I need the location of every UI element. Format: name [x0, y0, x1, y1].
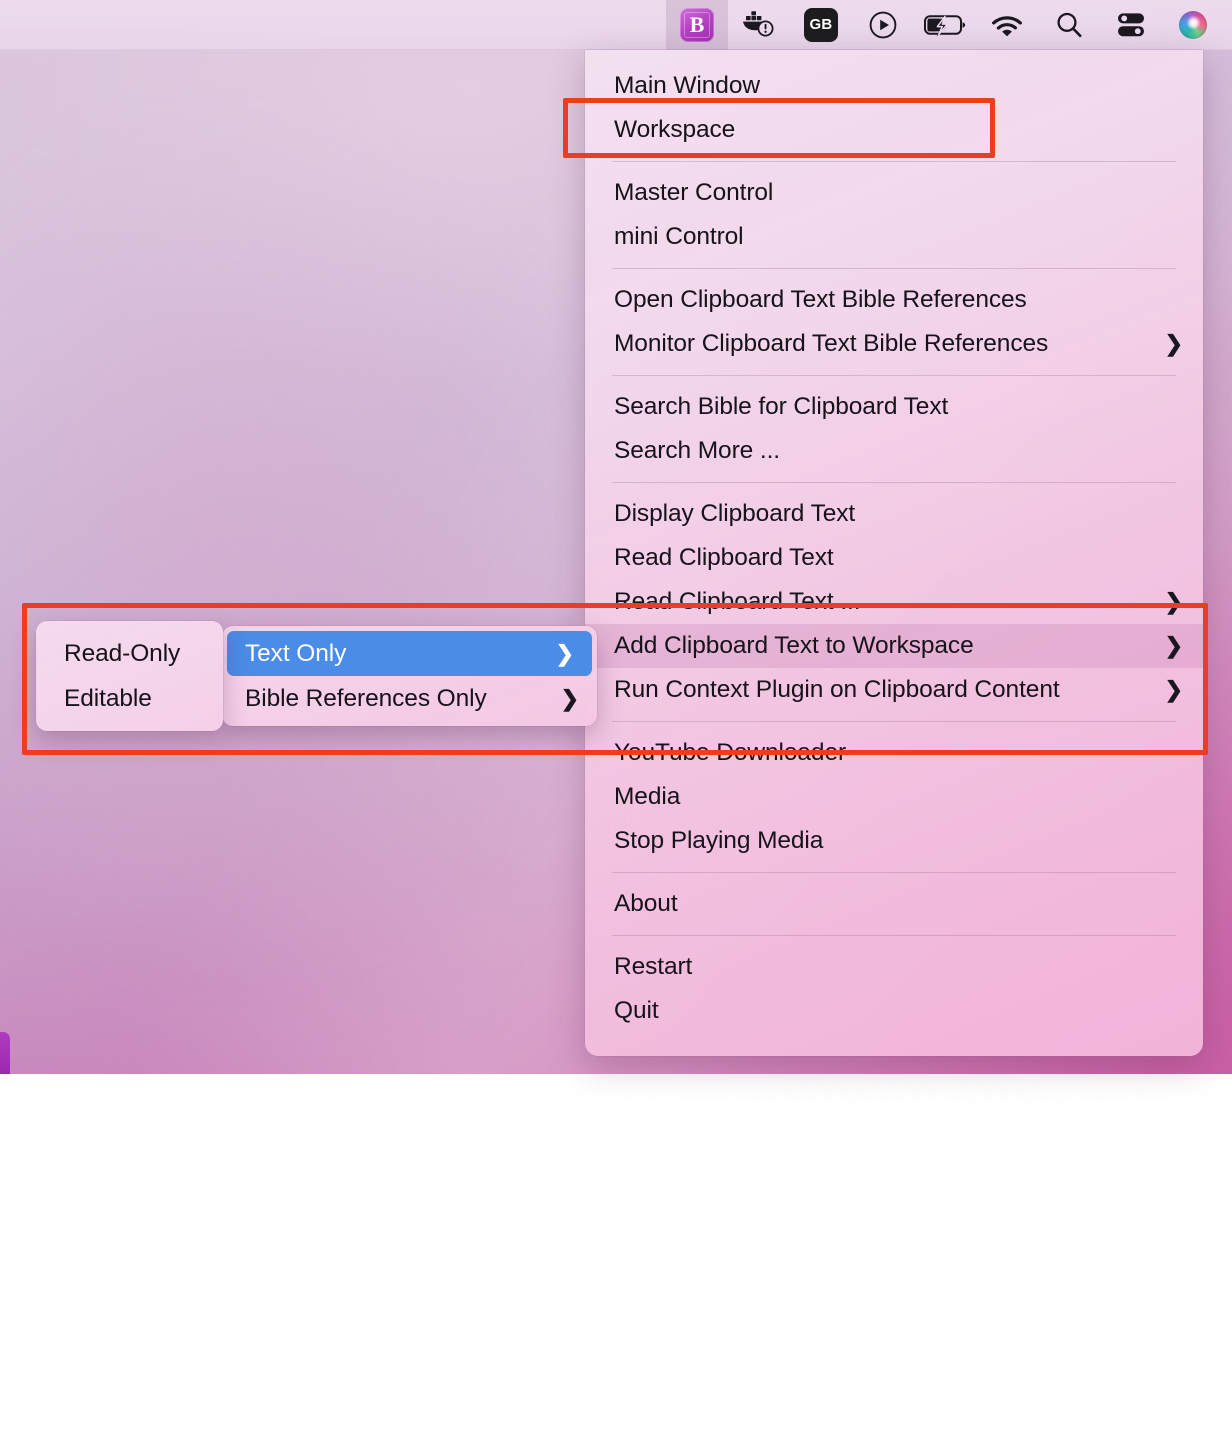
menu-separator	[612, 935, 1176, 936]
menu-item-monitor-clipboard-text-bible-references[interactable]: Monitor Clipboard Text Bible References …	[585, 322, 1203, 366]
control-center-icon[interactable]	[1100, 0, 1162, 50]
chevron-right-icon: ❯	[556, 643, 574, 665]
menu-item-quit[interactable]: Quit	[585, 989, 1203, 1033]
submenu-item-read-only[interactable]: Read-Only	[36, 631, 223, 676]
menu-separator	[612, 482, 1176, 483]
macos-menu-bar: B GB	[0, 0, 1232, 50]
menu-separator	[612, 721, 1176, 722]
chevron-right-icon: ❯	[1165, 591, 1183, 613]
siri-orb	[1179, 11, 1207, 39]
menu-item-stop-playing-media[interactable]: Stop Playing Media	[585, 819, 1203, 863]
wifi-icon[interactable]	[976, 0, 1038, 50]
bible-app-glyph: B	[680, 8, 714, 42]
menu-item-label: Open Clipboard Text Bible References	[614, 286, 1027, 314]
gb-badge: GB	[804, 8, 838, 42]
battery-charging-icon[interactable]	[914, 0, 976, 50]
menu-item-label: About	[614, 890, 678, 918]
menu-item-display-clipboard-text[interactable]: Display Clipboard Text	[585, 492, 1203, 536]
menu-item-label: mini Control	[614, 223, 744, 251]
chevron-right-icon: ❯	[1165, 333, 1183, 355]
menu-item-label: Restart	[614, 953, 692, 981]
submenu-item-label: Read-Only	[64, 640, 180, 668]
menu-item-about[interactable]: About	[585, 882, 1203, 926]
menu-item-label: Stop Playing Media	[614, 827, 823, 855]
chevron-right-icon: ❯	[1165, 635, 1183, 657]
play-icon[interactable]	[852, 0, 914, 50]
menu-item-label: Workspace	[614, 116, 735, 144]
menu-item-restart[interactable]: Restart	[585, 945, 1203, 989]
menu-item-mini-control[interactable]: mini Control	[585, 215, 1203, 259]
menu-item-workspace[interactable]: Workspace	[585, 108, 1203, 152]
wallpaper-blob	[0, 120, 600, 980]
submenu-item-label: Text Only	[245, 640, 346, 668]
menu-item-label: Media	[614, 783, 680, 811]
menu-item-label: YouTube Downloader	[614, 739, 846, 767]
menu-separator	[612, 161, 1176, 162]
menu-item-label: Read Clipboard Text	[614, 544, 834, 572]
menu-item-master-control[interactable]: Master Control	[585, 171, 1203, 215]
bible-app-icon[interactable]: B	[666, 0, 728, 50]
submenu-item-editable[interactable]: Editable	[36, 676, 223, 721]
menu-item-label: Master Control	[614, 179, 773, 207]
menu-item-label: Search More ...	[614, 437, 780, 465]
menu-item-read-clipboard-text-more[interactable]: Read Clipboard Text ... ❯	[585, 580, 1203, 624]
menu-item-read-clipboard-text[interactable]: Read Clipboard Text	[585, 536, 1203, 580]
menu-item-label: Display Clipboard Text	[614, 500, 855, 528]
chevron-right-icon: ❯	[1165, 679, 1183, 701]
menu-item-label: Monitor Clipboard Text Bible References	[614, 330, 1048, 358]
menu-item-search-bible-for-clipboard-text[interactable]: Search Bible for Clipboard Text	[585, 385, 1203, 429]
menu-item-label: Run Context Plugin on Clipboard Content	[614, 676, 1060, 704]
menu-separator	[612, 375, 1176, 376]
menu-separator	[612, 872, 1176, 873]
dock-edge	[0, 1032, 10, 1074]
spotlight-search-icon[interactable]	[1038, 0, 1100, 50]
menu-item-label: Add Clipboard Text to Workspace	[614, 632, 974, 660]
menu-item-run-context-plugin-on-clipboard-content[interactable]: Run Context Plugin on Clipboard Content …	[585, 668, 1203, 712]
menu-item-label: Read Clipboard Text ...	[614, 588, 860, 616]
menu-item-youtube-downloader[interactable]: YouTube Downloader	[585, 731, 1203, 775]
submenu-item-bible-references-only[interactable]: Bible References Only ❯	[222, 676, 597, 721]
menu-item-label: Search Bible for Clipboard Text	[614, 393, 948, 421]
text-only-submenu: Read-Only Editable	[36, 621, 223, 731]
submenu-item-label: Bible References Only	[245, 685, 487, 713]
menu-separator	[612, 268, 1176, 269]
bible-app-letter: B	[690, 14, 705, 36]
bible-app-dropdown-menu: Main Window Workspace Master Control min…	[585, 50, 1203, 1056]
menu-item-label: Main Window	[614, 72, 760, 100]
menu-item-open-clipboard-text-bible-references[interactable]: Open Clipboard Text Bible References	[585, 278, 1203, 322]
chevron-right-icon: ❯	[561, 688, 579, 710]
menu-item-media[interactable]: Media	[585, 775, 1203, 819]
add-clipboard-text-submenu: Text Only ❯ Bible References Only ❯	[222, 626, 597, 726]
menu-item-search-more[interactable]: Search More ...	[585, 429, 1203, 473]
docker-icon[interactable]	[728, 0, 790, 50]
menu-item-label: Quit	[614, 997, 659, 1025]
menu-item-add-clipboard-text-to-workspace[interactable]: Add Clipboard Text to Workspace ❯	[585, 624, 1203, 668]
submenu-item-label: Editable	[64, 685, 152, 713]
gb-icon[interactable]: GB	[790, 0, 852, 50]
submenu-item-text-only[interactable]: Text Only ❯	[227, 631, 592, 676]
siri-icon[interactable]	[1162, 0, 1224, 50]
menu-item-main-window[interactable]: Main Window	[585, 64, 1203, 108]
